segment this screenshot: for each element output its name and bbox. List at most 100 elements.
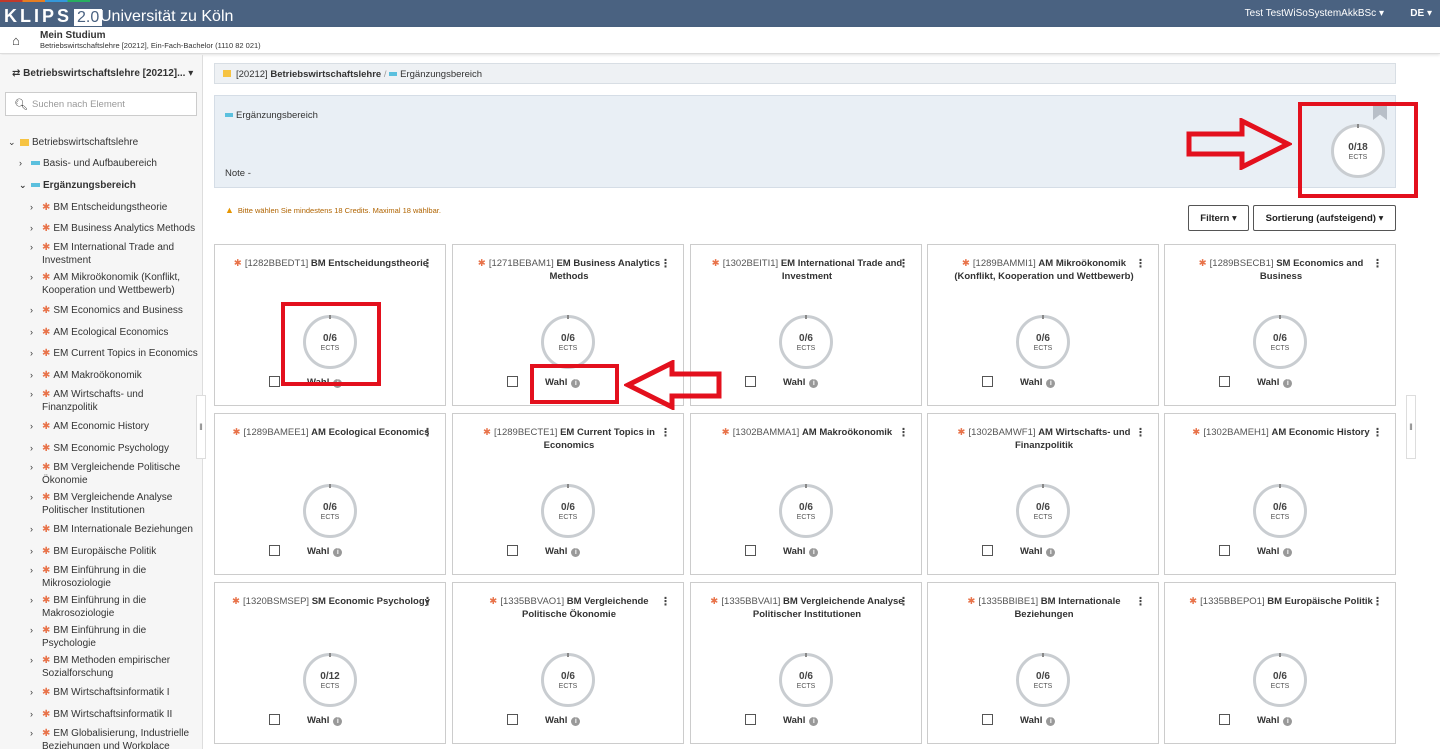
module-title[interactable]: ✱ [1302BAMMA1] AM Makroökonomik (707, 426, 907, 439)
module-card[interactable]: ✱ [1335BBVAO1] BM Vergleichende Politisch… (452, 582, 684, 744)
module-title[interactable]: ✱ [1335BBEPO1] BM Europäische Politik (1181, 595, 1381, 608)
module-title[interactable]: ✱ [1289BAMMI1] AM Mikroökonomik (Konflikt… (944, 257, 1144, 283)
more-options-icon[interactable]: ⋮ (1372, 257, 1383, 270)
module-title[interactable]: ✱ [1289BSECB1] SM Economics and Business (1181, 257, 1381, 283)
select-module-toggle[interactable]: Wahl i (745, 376, 819, 388)
more-options-icon[interactable]: ⋮ (898, 426, 909, 439)
tree-item-module[interactable]: › ✱ SM Economic Psychology (30, 442, 197, 455)
tree-item-module[interactable]: › ✱ AM Wirtschafts- und Finanzpolitik (30, 388, 162, 414)
info-icon[interactable]: i (571, 548, 581, 557)
tree-item-basis[interactable]: › Basis- und Aufbaubereich (19, 157, 157, 170)
select-checkbox[interactable] (269, 376, 280, 387)
tree-item-module[interactable]: › ✱ SM Economics and Business (30, 304, 197, 317)
filter-button[interactable]: Filtern ▾ (1188, 205, 1249, 231)
select-module-toggle[interactable]: Wahl i (1219, 714, 1293, 726)
tree-item-module[interactable]: › ✱ AM Mikroökonomik (Konflikt, Kooperatio… (30, 271, 197, 297)
module-title[interactable]: ✱ [1302BAMEH1] AM Economic History (1181, 426, 1381, 439)
tree-item-module[interactable]: › ✱ EM Globalisierung, Industrielle Bezieh… (30, 727, 197, 749)
tree-item-module[interactable]: › ✱ BM Wirtschaftsinformatik II (30, 708, 197, 721)
select-checkbox[interactable] (745, 714, 756, 725)
tree-item-module[interactable]: › ✱ BM Entscheidungstheorie (30, 201, 197, 214)
module-card[interactable]: ✱ [1302BAMMA1] AM Makroökonomik ⋮ 0/6 ECTS Wa… (690, 413, 922, 575)
tree-item-erg[interactable]: ⌄ Ergänzungsbereich (19, 179, 136, 192)
tree-item-module[interactable]: › ✱ BM Internationale Beziehungen (30, 523, 200, 536)
select-module-toggle[interactable]: Wahl i (269, 545, 343, 557)
select-checkbox[interactable] (982, 714, 993, 725)
tree-item-module[interactable]: › ✱ EM International Trade and Investment (30, 241, 190, 267)
select-checkbox[interactable] (1219, 545, 1230, 556)
info-icon[interactable]: i (809, 379, 819, 388)
select-module-toggle[interactable]: Wahl i (745, 545, 819, 557)
study-title[interactable]: Mein Studium (40, 30, 106, 41)
tree-item-module[interactable]: › ✱ BM Wirtschaftsinformatik I (30, 686, 197, 699)
more-options-icon[interactable]: ⋮ (898, 257, 909, 270)
tree-item-module[interactable]: › ✱ BM Einführung in die Mikrosoziologie (30, 564, 162, 590)
more-options-icon[interactable]: ⋮ (1372, 426, 1383, 439)
info-icon[interactable]: i (571, 717, 581, 726)
select-module-toggle[interactable]: Wahl i (1219, 545, 1293, 557)
module-title[interactable]: ✱ [1335BBVAI1] BM Vergleichende Analyse P… (707, 595, 907, 621)
tree-item-module[interactable]: › ✱ BM Europäische Politik (30, 545, 197, 558)
module-title[interactable]: ✱ [1289BAMEE1] AM Ecological Economics (231, 426, 431, 439)
more-options-icon[interactable]: ⋮ (660, 257, 671, 270)
info-icon[interactable]: i (1046, 717, 1056, 726)
module-card[interactable]: ✱ [1302BAMEH1] AM Economic History ⋮ 0/6 ECT… (1164, 413, 1396, 575)
select-checkbox[interactable] (507, 376, 518, 387)
select-checkbox[interactable] (982, 376, 993, 387)
tree-item-root[interactable]: ⌄ Betriebswirtschaftslehre (8, 136, 138, 149)
module-card[interactable]: ✱ [1335BBIBE1] BM Internationale Beziehun… (927, 582, 1159, 744)
select-checkbox[interactable] (269, 714, 280, 725)
select-module-toggle[interactable]: Wahl i (982, 714, 1056, 726)
info-icon[interactable]: i (1046, 548, 1056, 557)
more-options-icon[interactable]: ⋮ (1135, 595, 1146, 608)
info-icon[interactable]: i (809, 717, 819, 726)
sort-button[interactable]: Sortierung (aufsteigend) ▾ (1253, 205, 1396, 231)
module-title[interactable]: ✱ [1320BSMSEP] SM Economic Psychology (231, 595, 431, 608)
info-icon[interactable]: i (1046, 379, 1056, 388)
module-card[interactable]: ✱ [1289BAMMI1] AM Mikroökonomik (Konflikt… (927, 244, 1159, 406)
more-options-icon[interactable]: ⋮ (660, 595, 671, 608)
program-selector[interactable]: ⇄ Betriebswirtschaftslehre [20212]... ▾ (12, 68, 193, 79)
tree-item-module[interactable]: › ✱ AM Ecological Economics (30, 326, 197, 339)
module-title[interactable]: ✱ [1302BAMWF1] AM Wirtschafts- und Finanz… (944, 426, 1144, 452)
tree-item-module[interactable]: › ✱ BM Einführung in die Psychologie (30, 624, 162, 650)
module-card[interactable]: ✱ [1289BSECB1] SM Economics and Business ⋮… (1164, 244, 1396, 406)
more-options-icon[interactable]: ⋮ (422, 595, 433, 608)
module-card[interactable]: ✱ [1335BBEPO1] BM Europäische Politik ⋮ 0/6… (1164, 582, 1396, 744)
select-checkbox[interactable] (982, 545, 993, 556)
info-icon[interactable]: i (333, 717, 343, 726)
module-card[interactable]: ✱ [1289BAMEE1] AM Ecological Economics ⋮ 0/… (214, 413, 446, 575)
select-module-toggle[interactable]: Wahl i (745, 714, 819, 726)
select-module-toggle[interactable]: Wahl i (507, 545, 581, 557)
select-module-toggle[interactable]: Wahl i (982, 376, 1056, 388)
language-menu[interactable]: DE ▾ (1410, 8, 1432, 19)
module-card[interactable]: ✱ [1289BECTE1] EM Current Topics in Econo… (452, 413, 684, 575)
select-checkbox[interactable] (745, 545, 756, 556)
tree-item-module[interactable]: › ✱ BM Einführung in die Makrosoziologie (30, 594, 162, 620)
module-card[interactable]: ✱ [1320BSMSEP] SM Economic Psychology ⋮ 0/1… (214, 582, 446, 744)
tree-item-module[interactable]: › ✱ AM Economic History (30, 420, 197, 433)
tree-item-module[interactable]: › ✱ BM Methoden empirischer Sozialforschun… (30, 654, 182, 680)
breadcrumb-program-link[interactable]: Betriebswirtschaftslehre (270, 69, 381, 80)
more-options-icon[interactable]: ⋮ (422, 257, 433, 270)
tree-item-module[interactable]: › ✱ EM Current Topics in Economics (30, 347, 200, 360)
more-options-icon[interactable]: ⋮ (1372, 595, 1383, 608)
select-checkbox[interactable] (1219, 376, 1230, 387)
tree-item-module[interactable]: › ✱ BM Vergleichende Analyse Politischer I… (30, 491, 182, 517)
user-menu[interactable]: Test TestWiSoSystemAkkBSc ▾ (1245, 8, 1384, 19)
more-options-icon[interactable]: ⋮ (660, 426, 671, 439)
tree-item-module[interactable]: › ✱ BM Vergleichende Politische Ökonomie (30, 461, 190, 487)
info-icon[interactable]: i (333, 548, 343, 557)
module-title[interactable]: ✱ [1289BECTE1] EM Current Topics in Econo… (469, 426, 669, 452)
module-card[interactable]: ✱ [1335BBVAI1] BM Vergleichende Analyse P… (690, 582, 922, 744)
select-module-toggle[interactable]: Wahl i (507, 714, 581, 726)
tree-item-module[interactable]: › ✱ EM Business Analytics Methods (30, 222, 197, 235)
select-checkbox[interactable] (507, 714, 518, 725)
module-title[interactable]: ✱ [1335BBVAO1] BM Vergleichende Politisch… (469, 595, 669, 621)
info-icon[interactable]: i (809, 548, 819, 557)
module-title[interactable]: ✱ [1282BBEDT1] BM Entscheidungstheorie (231, 257, 431, 270)
more-options-icon[interactable]: ⋮ (898, 595, 909, 608)
select-checkbox[interactable] (1219, 714, 1230, 725)
select-module-toggle[interactable]: Wahl i (269, 714, 343, 726)
tree-item-module[interactable]: › ✱ AM Makroökonomik (30, 369, 197, 382)
